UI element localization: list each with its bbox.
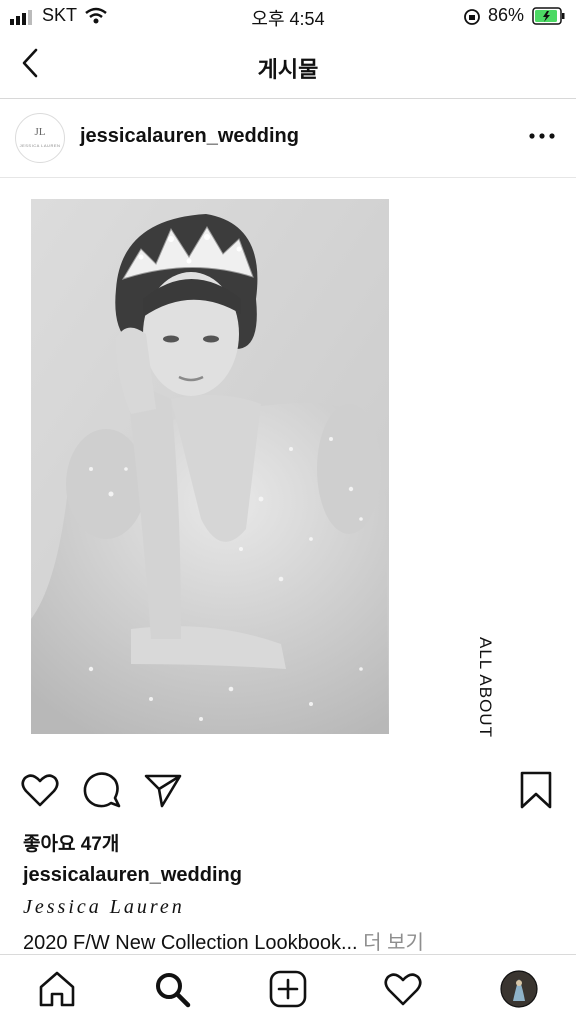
brand-script-text: Jessica Lauren — [23, 896, 185, 918]
heart-icon[interactable] — [20, 770, 60, 810]
nav-bar: 게시물 — [0, 34, 576, 99]
caption-username[interactable]: jessicalauren_wedding — [23, 864, 242, 887]
activity-icon[interactable] — [383, 969, 423, 1009]
tab-bar — [0, 954, 576, 1025]
more-link[interactable]: 더 보기 — [363, 932, 424, 954]
orientation-lock-icon — [464, 9, 480, 25]
avatar-monogram: JL — [34, 126, 46, 138]
avatar-subtext: JESSICA LAUREN — [19, 143, 61, 148]
comment-icon[interactable] — [82, 770, 122, 810]
home-icon[interactable] — [37, 969, 77, 1009]
author-username[interactable]: jessicalauren_wedding — [80, 125, 299, 148]
caption-text: 2020 F/W New Collection Lookbook... — [23, 932, 358, 954]
side-caption-text: ALL ABOUT — [476, 637, 495, 738]
battery-icon — [532, 7, 565, 25]
post-media[interactable]: ALL ABOUT — [0, 178, 576, 750]
side-caption: ALL ABOUT — [472, 637, 498, 750]
bride-photo — [31, 199, 389, 734]
caption: 2020 F/W New Collection Lookbook... 더 보기 — [23, 926, 424, 955]
search-icon[interactable] — [152, 969, 192, 1009]
like-count[interactable]: 좋아요 47개 — [23, 829, 119, 856]
share-icon[interactable] — [143, 770, 183, 810]
bookmark-icon[interactable] — [516, 770, 556, 810]
page-title: 게시물 — [257, 57, 319, 82]
battery-percent: 86% — [488, 5, 525, 25]
post-header: JL JESSICA LAUREN jessicalauren_wedding — [0, 99, 576, 178]
status-bar: SKT 오후 4:54 86% — [0, 0, 576, 34]
profile-avatar[interactable] — [499, 969, 539, 1009]
add-icon[interactable] — [268, 969, 308, 1009]
author-avatar[interactable]: JL JESSICA LAUREN — [15, 113, 65, 163]
ellipsis-icon[interactable] — [528, 131, 556, 141]
